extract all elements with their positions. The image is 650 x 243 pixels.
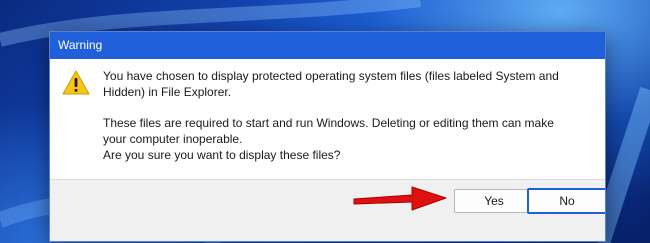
dialog-message-line2: These files are required to start and ru…	[103, 116, 554, 146]
dialog-button-bar: Yes No	[50, 179, 605, 241]
dialog-message-line3: Are you sure you want to display these f…	[103, 148, 341, 162]
dialog-title: Warning	[58, 38, 103, 52]
dialog-content: You have chosen to display protected ope…	[50, 59, 605, 179]
yes-button[interactable]: Yes	[454, 189, 534, 213]
red-arrow-annotation	[353, 186, 447, 211]
dialog-title-bar[interactable]: Warning	[50, 32, 605, 59]
no-button[interactable]: No	[527, 188, 605, 214]
dialog-message-line1: You have chosen to display protected ope…	[103, 69, 559, 99]
warning-icon	[62, 70, 90, 95]
warning-dialog: Warning You have chosen to display prote…	[49, 31, 606, 242]
